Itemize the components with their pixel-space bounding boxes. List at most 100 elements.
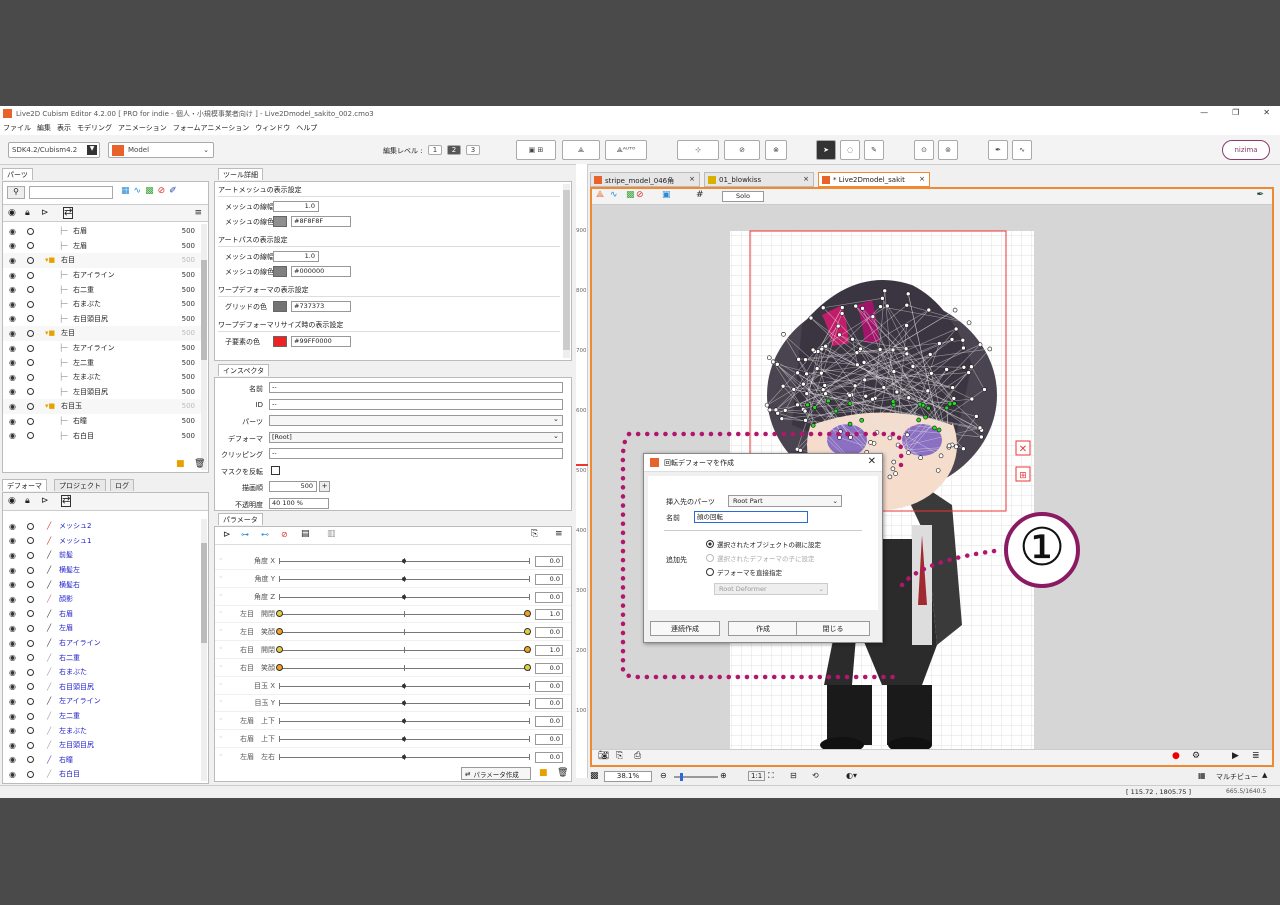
blend-icon[interactable]: ▥ [327,529,336,539]
parameter-row[interactable]: ◦ 左眉 上下 0.0 [215,713,571,731]
parameter-row[interactable]: ◦ 目玉 Y 0.0 [215,695,571,713]
lock-toggle[interactable] [27,756,34,764]
eye-icon[interactable]: ◉ [9,595,16,604]
list-item[interactable]: ◉ ╱ 左二重 [3,709,201,724]
mesh-edit-button[interactable]: ⟁ [562,140,600,160]
list-item[interactable]: ◉ ╱ 左まぶた [3,723,201,738]
keyform-icon[interactable] [276,610,283,618]
lock-toggle[interactable] [27,566,34,574]
brush-tool-icon[interactable]: ✎ [864,140,884,160]
parameter-row[interactable]: ◦ 右目 開閉 1.0 [215,642,571,659]
menu-icon[interactable]: ≡ [555,529,563,539]
lock-toggle[interactable] [27,315,34,323]
fit-icon[interactable]: ⛶ [768,771,774,781]
mesh-filter-icon[interactable]: ▦ [121,186,130,196]
tab-log[interactable]: ログ [110,479,134,491]
eye-icon[interactable]: ◉ [9,285,16,294]
continuous-create-button[interactable]: 連続作成 [650,621,720,636]
color-swatch[interactable] [273,336,287,347]
parameter-value-field[interactable]: 0.0 [535,591,563,603]
parameter-value-field[interactable]: 0.0 [535,751,563,763]
caret-up-icon[interactable]: ▲ [1262,771,1267,779]
eye-icon[interactable]: ◉ [9,668,16,677]
parameter-row[interactable]: ◦ 右眉 上下 0.0 [215,731,571,748]
swap-icon[interactable]: ⇄ [61,495,72,507]
eye-icon[interactable]: ◉ [9,241,16,250]
parameter-value-field[interactable]: 0.0 [535,734,563,745]
zoom-out-icon[interactable]: ⊖ [660,771,667,780]
eye-icon[interactable]: ◉ [9,344,16,353]
parameter-value-field[interactable]: 0.0 [535,556,563,567]
list-item[interactable]: ◉ ╱ 右二重 [3,650,201,665]
warp-filter-icon[interactable]: ▩ [145,186,154,196]
glue-button[interactable]: ⊗ [765,140,787,160]
trash-icon[interactable]: 🗑︎ [557,768,568,778]
list-item[interactable]: ◉ ├─ 右アイライン 500 [3,268,201,283]
eye-icon[interactable]: ◉ [9,580,16,589]
eye-icon[interactable]: ◉ [9,536,16,545]
list-item[interactable]: ◉ ╱ 右まぶた [3,665,201,680]
lock-toggle[interactable] [27,286,34,294]
deformer-scrollbar[interactable] [201,519,207,781]
parts-scrollbar[interactable] [201,224,207,470]
fit-width-icon[interactable]: ⊟ [790,771,797,780]
lasso-tool-icon[interactable]: ◌ [840,140,860,160]
list-item[interactable]: ◉ ├─ 右白目 500 [3,428,201,443]
keyform-icon[interactable] [276,628,283,636]
insert-part-select[interactable]: Root Part ⌄ [728,495,842,507]
lock-toggle[interactable] [27,522,34,530]
eye-icon[interactable]: ◉ [9,387,16,396]
grid-key-icon[interactable]: ▤ [301,529,310,539]
auto-selection-icon[interactable]: ⟁ [596,190,604,200]
multiview-label[interactable]: マルチビュー [1216,772,1258,782]
camera-icon[interactable]: 📷︎ [598,751,609,761]
forward-icon[interactable]: ⊳ [41,496,49,506]
close-window-button[interactable]: ✕ [1263,108,1270,117]
inspector-field[interactable]: [Root] [269,431,563,443]
eye-icon[interactable]: ◉ [9,358,16,367]
parameter-value-field[interactable]: 0.0 [535,716,563,728]
reset-view-icon[interactable]: ⟲ [812,771,819,780]
lock-toggle[interactable] [27,402,34,410]
list-item[interactable]: ◉ ╱ 右瞳 [3,753,201,768]
eye-icon[interactable]: ◉ [9,682,16,691]
parts-search-input[interactable] [29,186,113,199]
lock-toggle[interactable] [27,581,34,589]
menu-view[interactable]: 表示 [54,123,74,133]
list-item[interactable]: ◉ ├─ 左眉 500 [3,239,201,254]
delete-key-icon[interactable]: ⊘ [281,530,288,539]
list-item[interactable]: ◉ ╱ 左アイライン [3,694,201,709]
lock-toggle[interactable] [27,595,34,603]
eye-icon[interactable]: ◉ [9,653,16,662]
slider-knob[interactable] [402,559,406,563]
keyform-icon[interactable] [524,663,531,671]
glue-filter-icon[interactable]: ✐ [169,186,177,196]
rotation-filter-icon[interactable]: ⊘ [158,186,166,196]
edit-level-1-button[interactable]: 1 [428,145,442,155]
lock-icon[interactable]: 🔒︎ [25,208,30,218]
eye-icon[interactable]: ◉ [9,697,16,706]
eye-icon[interactable]: ◉ [9,770,16,779]
parameter-row[interactable]: ◦ 左眉 左右 0.0 [215,749,571,763]
inspector-field[interactable] [269,415,563,426]
draw-order-field[interactable]: 500 [269,481,317,492]
list-item[interactable]: ◉ ╱ 右目頭目尻 [3,680,201,695]
keyform-icon[interactable] [276,663,283,671]
close-button[interactable]: 閉じる [796,621,870,636]
color-value-field[interactable]: #000000 [291,266,351,277]
eye-icon[interactable]: ◉ [9,712,16,721]
lock-toggle[interactable] [27,610,34,618]
list-item[interactable]: ◉ ├─ 右二重 500 [3,282,201,297]
eye-icon[interactable]: ◉ [9,566,16,575]
lock-toggle[interactable] [27,300,34,308]
edit-level-2-button[interactable]: 2 [447,145,461,155]
eye-icon[interactable]: ◉ [9,726,16,735]
parameter-row[interactable]: ◦ 目玉 X 0.0 [215,678,571,695]
play-circle-icon[interactable]: ⊳ [223,530,231,540]
keyform-icon[interactable] [524,646,531,653]
eye-icon[interactable]: ◉ [8,496,16,506]
list-item[interactable]: ◉ ├─ 右目頭目尻 500 [3,312,201,327]
lock-toggle[interactable] [27,271,34,279]
pen-tool-icon[interactable]: ✒ [988,140,1008,160]
lock-toggle[interactable] [27,537,34,545]
